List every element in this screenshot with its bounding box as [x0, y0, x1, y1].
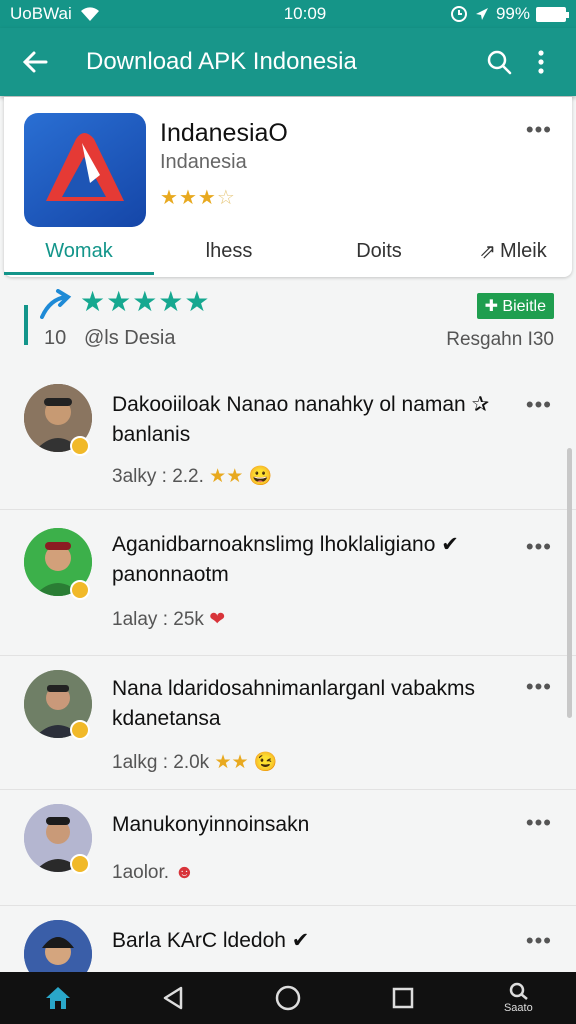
app-tabs: Womak lhess Doits ⇗ Mleik: [4, 227, 572, 275]
carrier-label: UoBWai: [10, 4, 72, 23]
triangle-back-icon: [163, 986, 183, 1010]
status-bar: UoBWai 10:09 99%: [0, 0, 576, 28]
navigation-bar: Saato: [0, 972, 576, 1024]
alarm-icon: [450, 6, 467, 22]
review-text: Aganidbarnoaknslimg lhoklaligiano ✔ pano…: [112, 533, 459, 586]
list-item[interactable]: Aganidbarnoaknslimg lhoklaligiano ✔ pano…: [0, 510, 576, 656]
app-bar-title: Download APK Indonesia: [86, 48, 357, 75]
more-vertical-icon: [538, 50, 544, 74]
rating-summary: ★★★★★ 10 @ls Desia ✚ Bieitle Resgahn I30: [0, 283, 576, 359]
search-button[interactable]: [478, 41, 520, 83]
pin-icon: ✚: [484, 298, 503, 315]
back-button[interactable]: [14, 41, 56, 83]
verified-badge-icon: [70, 720, 90, 740]
verified-badge-icon: [70, 580, 90, 600]
star-icon: ★: [178, 187, 198, 209]
app-info-card: IndanesiaO Indanesia ★★★☆ ••• Womak lhes…: [4, 97, 572, 277]
accent-bar: [24, 305, 28, 345]
star-icon: ★: [160, 187, 179, 209]
location-icon: [475, 8, 488, 20]
list-item[interactable]: Barla KArC ldedoh ✔ •••: [0, 906, 576, 972]
home-circle-button[interactable]: [258, 972, 318, 1024]
review-meta: 1alay : 25k ❤: [112, 608, 225, 631]
status-time: 10:09: [283, 4, 327, 23]
recents-button[interactable]: [373, 972, 433, 1024]
back-arrow-icon: [22, 51, 48, 73]
app-developer[interactable]: Indanesia: [160, 151, 247, 174]
summary-badge-label: Bieitle: [502, 298, 546, 315]
review-stars: ★★: [214, 752, 249, 773]
square-recents-icon: [392, 987, 414, 1009]
search-nav-button[interactable]: Saato: [488, 972, 548, 1024]
verified-badge-icon: [70, 436, 90, 456]
review-meta: 3alky : 2.2. ★★ 😀: [112, 464, 272, 488]
review-text: Nana ldaridosahnimanlarganl vabakms kdan…: [112, 677, 476, 730]
scrollbar[interactable]: [567, 448, 572, 718]
heart-icon: ❤: [209, 609, 226, 630]
search-nav-label: Saato: [503, 1002, 533, 1014]
review-more-icon[interactable]: •••: [526, 534, 552, 560]
review-meta: 1aolor. ☻: [112, 862, 194, 884]
card-more-icon[interactable]: •••: [526, 117, 552, 143]
summary-stars: ★★★★★: [80, 286, 211, 317]
review-meta: 1alkg : 2.0k ★★ 😉: [112, 750, 277, 774]
star-icon: ★: [197, 187, 217, 209]
review-more-icon[interactable]: •••: [526, 674, 552, 700]
home-button[interactable]: [28, 972, 88, 1024]
tab-lhess[interactable]: lhess: [154, 227, 304, 275]
battery-icon: [536, 6, 569, 22]
review-text: Manukonyinnoinsakn: [112, 813, 310, 836]
review-meta-text: 1alkg : 2.0k: [112, 752, 210, 773]
back-nav-button[interactable]: [143, 972, 203, 1024]
app-rating-stars: ★★★☆: [160, 185, 236, 210]
emoji-icon: 😉: [253, 752, 278, 773]
app-bar: Download APK Indonesia: [0, 28, 576, 96]
wifi-icon: [80, 7, 99, 21]
circle-home-icon: [275, 985, 301, 1011]
app-name: IndanesiaO: [160, 119, 288, 147]
review-text: Barla KArC ldedoh ✔: [112, 929, 310, 952]
emoji-icon: 😀: [248, 466, 273, 487]
list-item[interactable]: Nana ldaridosahnimanlarganl vabakms kdan…: [0, 656, 576, 790]
review-stars: ★★: [209, 466, 244, 487]
verified-badge-icon: [70, 854, 90, 874]
tab-womak[interactable]: Womak: [4, 227, 154, 275]
summary-author: @ls Desia: [84, 327, 176, 349]
review-more-icon[interactable]: •••: [526, 810, 552, 836]
emoji-icon: ☻: [174, 862, 195, 883]
summary-badge[interactable]: ✚ Bieitle: [476, 293, 554, 319]
review-text: Dakooiiloak Nanao nanahky ol naman ✰ ban…: [112, 393, 490, 446]
star-half-icon: ☆: [216, 187, 236, 209]
list-item[interactable]: Dakooiiloak Nanao nanahky ol naman ✰ ban…: [0, 362, 576, 510]
battery-percent: 99%: [495, 4, 530, 23]
review-list[interactable]: Dakooiiloak Nanao nanahky ol naman ✰ ban…: [0, 362, 576, 972]
summary-count: 10: [44, 327, 67, 349]
review-meta-text: 3alky : 2.2.: [112, 466, 204, 487]
tab-mleik-label: Mleik: [500, 239, 547, 262]
tab-doits[interactable]: Doits: [304, 227, 454, 275]
home-icon: [45, 987, 70, 1009]
avatar[interactable]: [24, 920, 92, 972]
review-meta-text: 1alay : 25k: [112, 609, 204, 630]
review-more-icon[interactable]: •••: [526, 392, 552, 418]
search-nav-icon: [510, 982, 529, 1000]
review-more-icon[interactable]: •••: [526, 928, 552, 954]
review-meta-text: 1aolor.: [112, 862, 170, 883]
app-logo-icon[interactable]: [24, 113, 146, 227]
search-icon: [487, 50, 512, 75]
overflow-menu-button[interactable]: [520, 41, 562, 83]
trend-arrow-icon: [40, 289, 72, 319]
share-arrow-icon: ⇗: [479, 240, 497, 263]
summary-response: Resgahn I30: [446, 329, 554, 350]
list-item[interactable]: Manukonyinnoinsakn 1aolor. ☻ •••: [0, 790, 576, 906]
tab-mleik[interactable]: ⇗ Mleik: [454, 227, 572, 275]
